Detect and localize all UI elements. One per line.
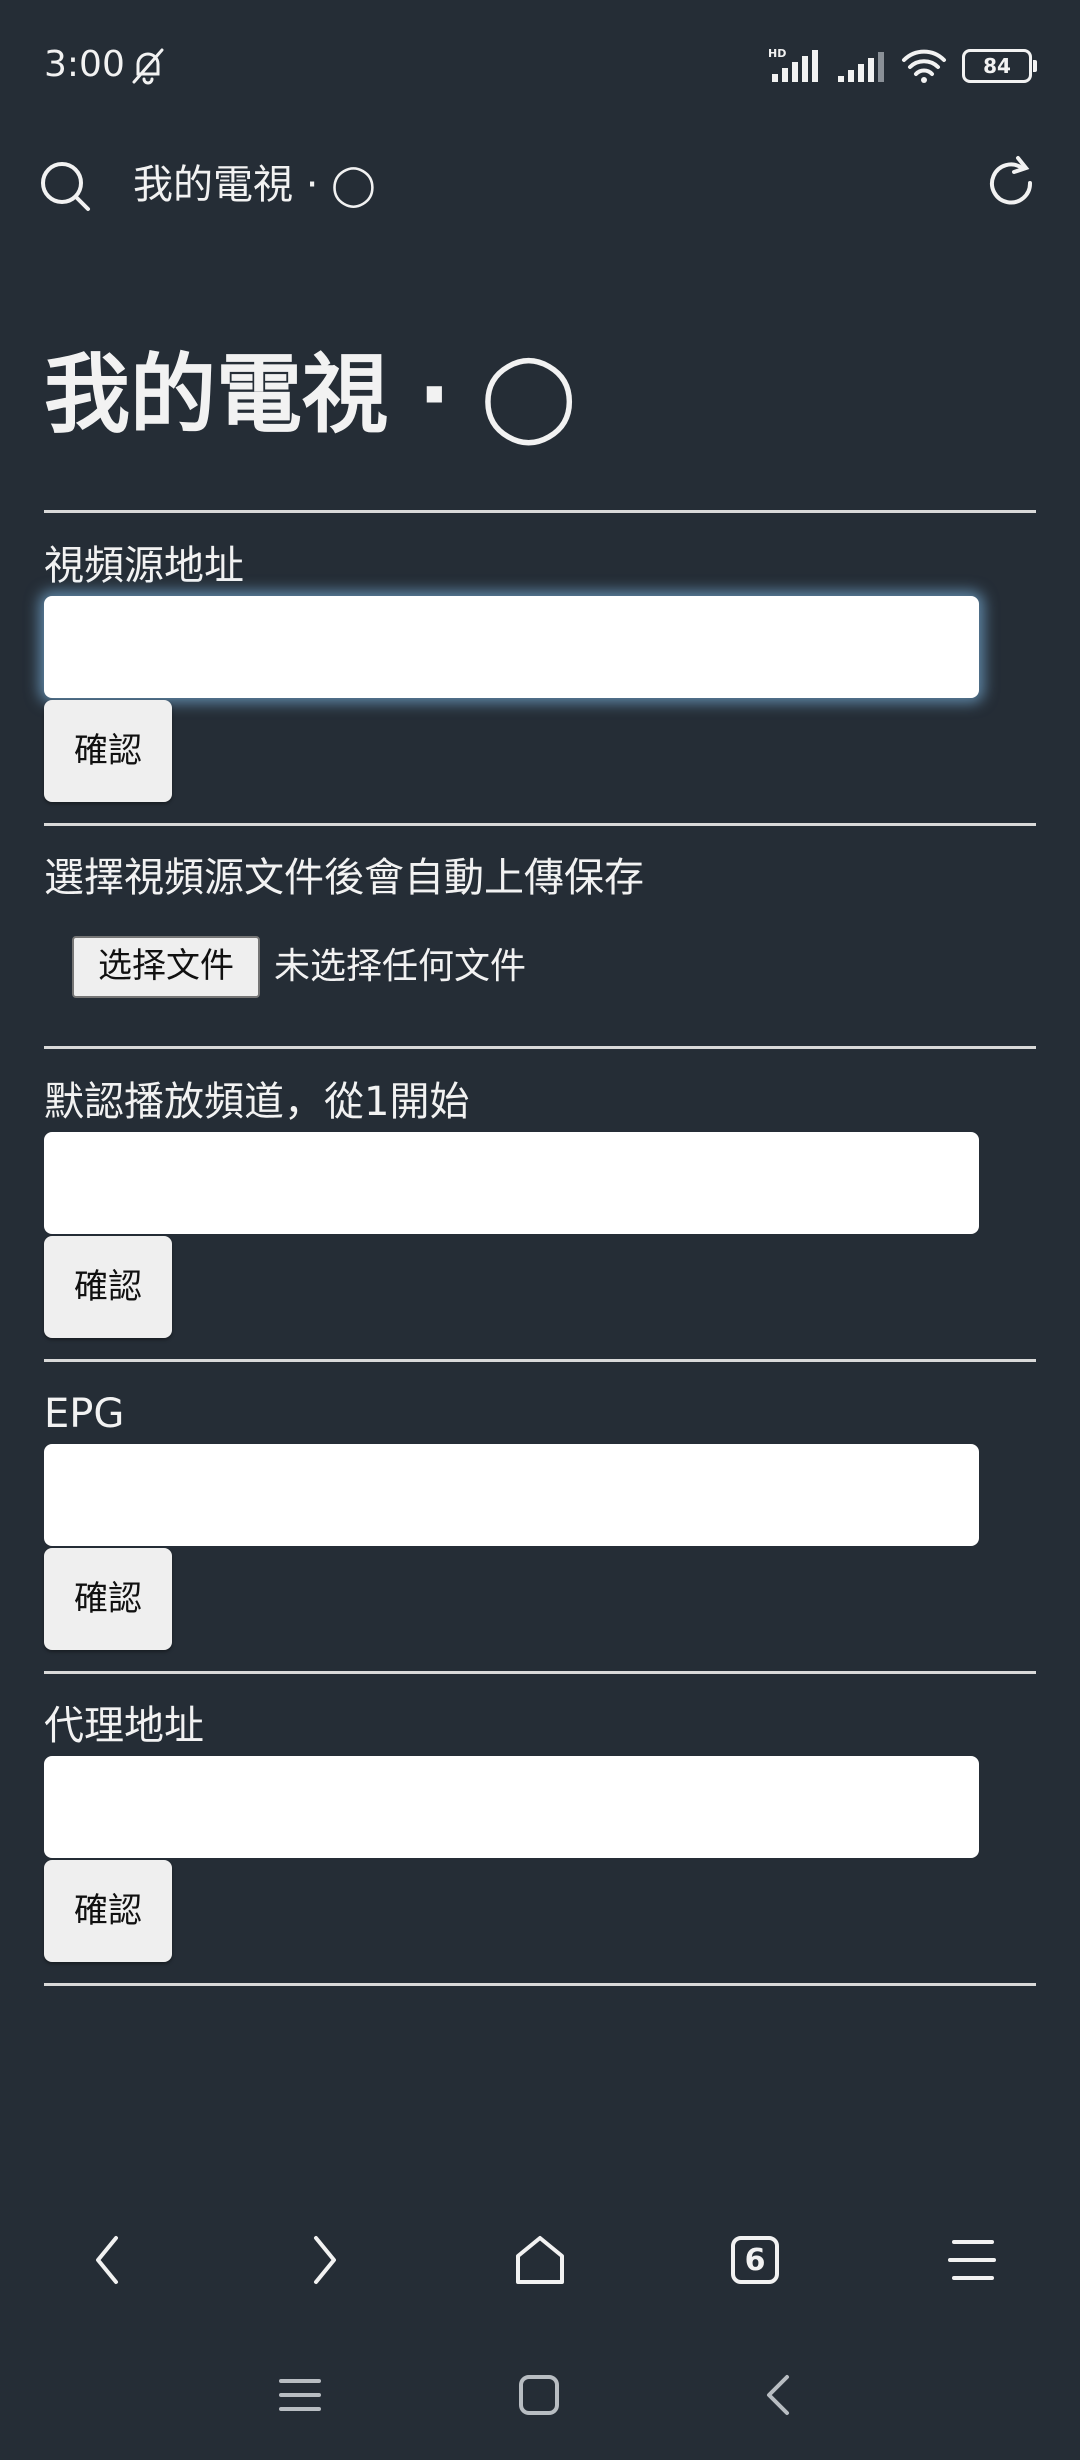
page-title: 我的電視 · ◯ bbox=[44, 345, 577, 445]
network-type-label: HD bbox=[768, 47, 786, 60]
cellular-signal-2-icon bbox=[836, 46, 886, 86]
tabs-count: 6 bbox=[744, 2242, 766, 2278]
home-icon[interactable] bbox=[500, 2220, 580, 2300]
divider bbox=[44, 1671, 1036, 1674]
proxy-input[interactable] bbox=[44, 1756, 979, 1858]
divider bbox=[44, 510, 1036, 513]
default-channel-label: 默認播放頻道，從1開始 bbox=[44, 1079, 470, 1125]
recent-apps-icon[interactable] bbox=[265, 2360, 335, 2430]
epg-label: EPG bbox=[44, 1391, 125, 1437]
battery-indicator: 84 bbox=[962, 49, 1037, 83]
divider bbox=[44, 1046, 1036, 1049]
divider bbox=[44, 823, 1036, 826]
file-upload-label: 選擇視頻源文件後會自動上傳保存 bbox=[44, 855, 644, 901]
status-bar: 3:00 HD 84 bbox=[0, 0, 1080, 135]
system-home-icon[interactable] bbox=[504, 2360, 574, 2430]
default-channel-input[interactable] bbox=[44, 1132, 979, 1234]
reload-icon[interactable] bbox=[984, 145, 1040, 225]
cellular-signal-icon: HD bbox=[766, 46, 822, 86]
tabs-button[interactable]: 6 bbox=[715, 2220, 795, 2300]
bell-off-icon bbox=[128, 46, 168, 86]
epg-confirm-button[interactable]: 確認 bbox=[44, 1548, 172, 1650]
video-source-confirm-button[interactable]: 確認 bbox=[44, 700, 172, 802]
status-icons: HD 84 bbox=[766, 46, 1037, 86]
system-back-icon[interactable] bbox=[744, 2360, 814, 2430]
proxy-label: 代理地址 bbox=[44, 1703, 204, 1749]
video-source-input[interactable] bbox=[44, 596, 979, 698]
browser-tab-title[interactable]: 我的電視 · ◯ bbox=[133, 145, 376, 225]
back-icon[interactable] bbox=[68, 2220, 148, 2300]
divider bbox=[44, 1983, 1036, 1986]
browser-url-bar[interactable]: 我的電視 · ◯ bbox=[0, 135, 1080, 235]
forward-icon[interactable] bbox=[284, 2220, 364, 2300]
proxy-confirm-button[interactable]: 確認 bbox=[44, 1860, 172, 1962]
video-source-label: 視頻源地址 bbox=[44, 543, 244, 589]
epg-input[interactable] bbox=[44, 1444, 979, 1546]
file-status-text: 未选择任何文件 bbox=[274, 946, 527, 987]
default-channel-confirm-button[interactable]: 確認 bbox=[44, 1236, 172, 1338]
search-icon[interactable] bbox=[40, 145, 92, 225]
status-time: 3:00 bbox=[44, 44, 125, 85]
menu-icon[interactable] bbox=[932, 2220, 1012, 2300]
divider bbox=[44, 1359, 1036, 1362]
system-nav-bar bbox=[0, 2340, 1080, 2450]
wifi-icon bbox=[900, 46, 948, 86]
browser-bottom-nav: 6 bbox=[0, 2200, 1080, 2330]
choose-file-button[interactable]: 选择文件 bbox=[72, 936, 260, 998]
